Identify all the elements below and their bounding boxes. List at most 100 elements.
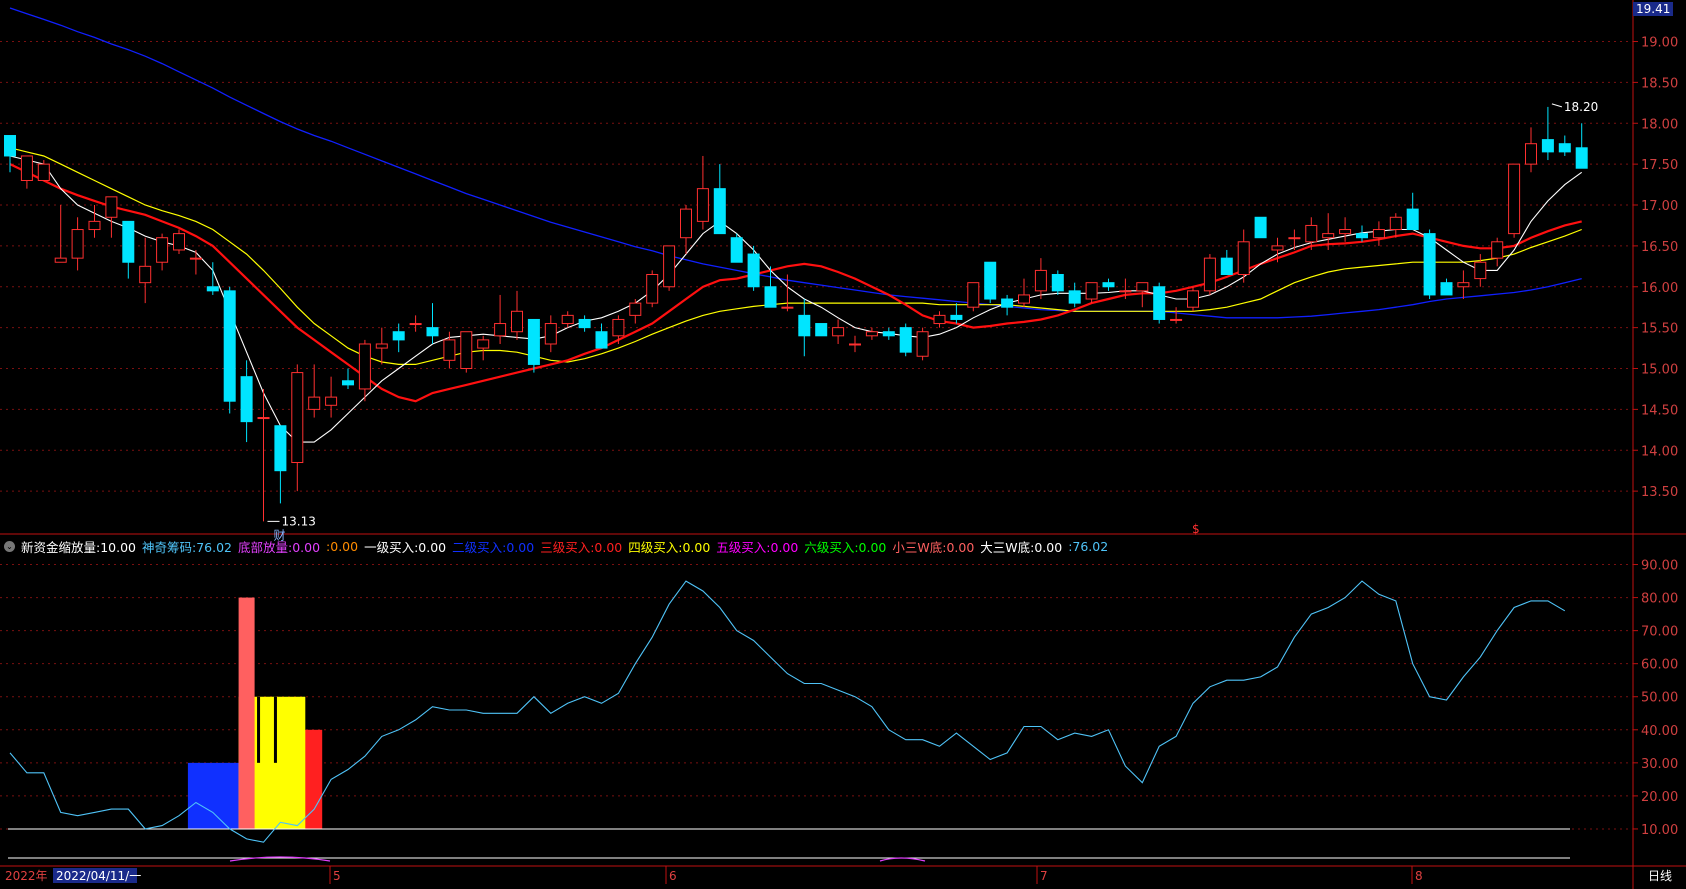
candle-body-up xyxy=(1119,290,1132,293)
candle-body-down xyxy=(240,376,253,423)
candle xyxy=(1136,282,1149,308)
month-label: 8 xyxy=(1415,869,1423,883)
candle-body-down xyxy=(223,290,236,402)
candle xyxy=(20,155,33,189)
annotations: 18.2013.13财 $ xyxy=(267,100,1598,542)
candle xyxy=(342,368,354,389)
price-tick-label: 15.50 xyxy=(1641,322,1678,337)
candle-body-up xyxy=(663,245,676,288)
candle xyxy=(561,311,574,328)
candle xyxy=(527,318,540,373)
candle-body-down xyxy=(1102,282,1115,288)
candle xyxy=(1018,278,1030,308)
candle-body-down xyxy=(984,261,997,300)
month-label: 6 xyxy=(669,869,677,883)
candle-body-up xyxy=(156,237,169,263)
candle xyxy=(1541,106,1554,161)
price-top-label: 19.41 xyxy=(1633,2,1674,16)
indicator-param: 神奇筹码:76.02 xyxy=(142,539,232,555)
candle xyxy=(1237,229,1250,283)
candle xyxy=(257,388,270,522)
candle xyxy=(713,164,726,235)
candle xyxy=(1085,282,1098,304)
candle-body-up xyxy=(1508,163,1521,235)
indicator-param: 六级买入:0.00 xyxy=(804,539,887,555)
indicator-tick-label: 50.00 xyxy=(1641,691,1678,706)
candle xyxy=(308,364,321,418)
candle xyxy=(882,327,895,340)
candle-body-down xyxy=(595,331,608,349)
candle xyxy=(139,237,152,304)
candle-body-up xyxy=(173,233,185,251)
candle-body-down xyxy=(342,380,354,386)
candle-body-down xyxy=(899,327,912,353)
ma10-line xyxy=(9,147,1582,365)
candle-body-up xyxy=(696,188,709,222)
indicator-param: 大三W底:0.00 xyxy=(980,539,1063,555)
cursor-date: 2022/04/11/一 xyxy=(56,869,141,883)
candle-body-up xyxy=(37,163,50,181)
candle xyxy=(832,319,845,344)
indicator-param: :76.02 xyxy=(1068,538,1109,554)
candle-body-up xyxy=(375,343,388,349)
low-label: 13.13 xyxy=(282,514,316,528)
candle-body-down xyxy=(1153,286,1166,320)
candle-body-down xyxy=(882,331,895,337)
candle xyxy=(1153,282,1166,324)
indicator-bar xyxy=(238,597,255,829)
candle-body-up xyxy=(612,318,625,337)
ma60-line xyxy=(9,7,1582,319)
candle xyxy=(680,205,692,255)
candle xyxy=(1339,217,1352,242)
candle-body-down xyxy=(392,331,405,341)
candle-body-up xyxy=(325,396,338,406)
candle xyxy=(511,290,523,340)
candle-body-up xyxy=(967,282,980,308)
candle xyxy=(865,327,878,340)
price-tick-label: 17.00 xyxy=(1641,199,1678,214)
price-tick-label: 14.00 xyxy=(1641,444,1678,459)
candle-body-up xyxy=(443,339,456,361)
candle xyxy=(1558,135,1571,156)
candle-body-up xyxy=(1389,216,1402,231)
candle xyxy=(1220,249,1233,275)
candle xyxy=(916,327,929,361)
price-tick-label: 15.00 xyxy=(1641,363,1678,378)
candle-body-up xyxy=(71,229,84,259)
ma20-line xyxy=(9,163,1582,403)
candle-body-up xyxy=(933,314,946,325)
price-tick-label: 13.50 xyxy=(1641,485,1678,500)
indicator-param: 二级买入:0.00 xyxy=(452,539,535,555)
candle-body-up xyxy=(1237,241,1250,275)
candle-body-down xyxy=(578,318,591,329)
candle-body-up xyxy=(781,306,794,309)
candle-body-up xyxy=(358,343,371,390)
candle xyxy=(173,229,185,255)
candle xyxy=(1068,282,1081,308)
candle xyxy=(409,315,422,332)
candle-body-up xyxy=(1085,282,1098,300)
collapse-icon[interactable]: ⌄ xyxy=(4,540,15,552)
candle-body-up xyxy=(511,310,523,333)
candle-body-up xyxy=(409,323,422,326)
candle xyxy=(274,425,287,504)
candle-body-up xyxy=(865,331,878,337)
candle-body-up xyxy=(1187,290,1199,308)
indicator-tick-label: 20.00 xyxy=(1641,790,1678,805)
candle-body-up xyxy=(646,273,659,304)
indicator-header: ⌄ 新资金缩放量:10.00 神奇筹码:76.02 底部放量:0.00:0.00 一级… xyxy=(4,538,1109,555)
high-label: 18.20 xyxy=(1564,100,1598,114)
candle-body-up xyxy=(561,314,574,325)
indicator-param: 一级买入:0.00 xyxy=(364,539,447,555)
kline-chart-canvas: 19.00 18.50 18.00 17.50 17.00 16.50 16.00 15.50… xyxy=(0,0,1686,889)
candle-body-up xyxy=(832,327,845,337)
price-tick-label: 18.00 xyxy=(1641,117,1678,132)
candle xyxy=(1508,163,1521,238)
candle-body-down xyxy=(122,220,135,263)
candle xyxy=(1356,225,1368,242)
candle-body-down xyxy=(1558,143,1571,153)
candle xyxy=(1001,294,1014,316)
candle xyxy=(1170,307,1183,324)
candle xyxy=(358,339,371,402)
candle xyxy=(189,249,202,275)
